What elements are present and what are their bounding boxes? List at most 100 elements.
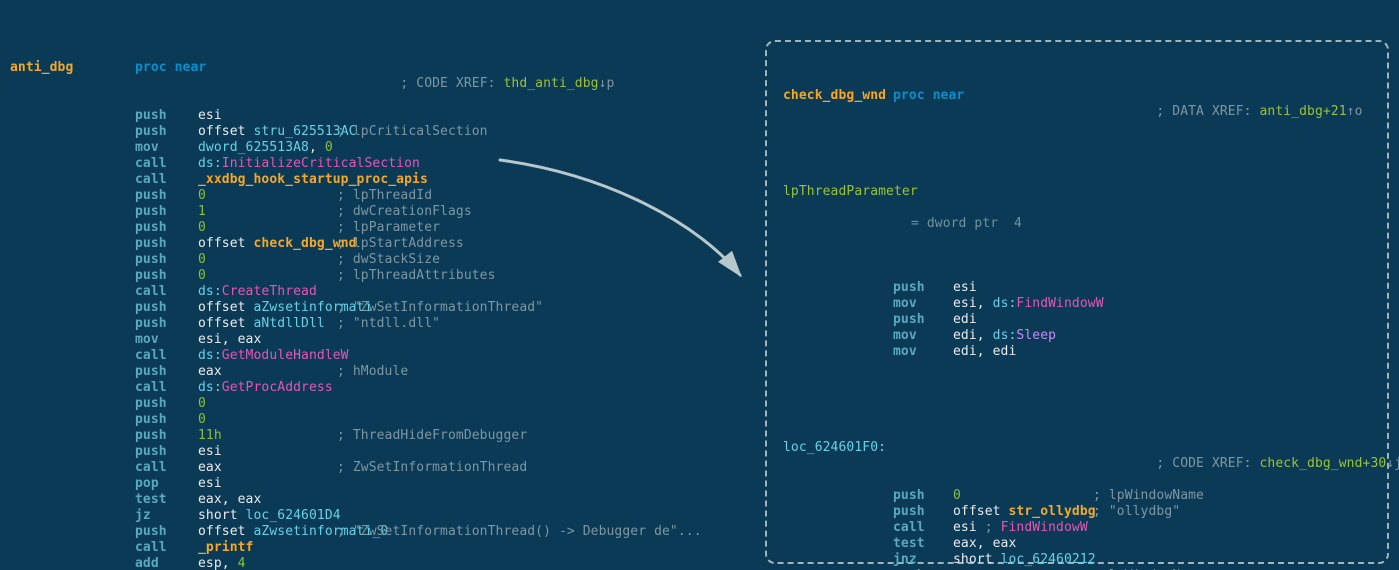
inline-comment: ; lpParameter	[337, 220, 440, 236]
operands: eax	[198, 364, 222, 380]
mnemonic: test	[135, 492, 167, 508]
instruction-row[interactable]: push 11h ; ThreadHideFromDebugger	[0, 428, 770, 444]
instruction-row[interactable]: push0	[0, 396, 770, 412]
mnemonic: call	[135, 172, 167, 188]
instruction-row[interactable]: pushesi	[0, 108, 770, 124]
inline-comment: ; "ZwSetInformationThread"	[337, 300, 543, 316]
instruction-row[interactable]: callds:CreateThread	[0, 284, 770, 300]
instruction-row[interactable]: pushedi	[783, 312, 1383, 328]
operands: esi, ds:FindWindowW	[953, 296, 1104, 312]
instruction-row[interactable]: popesi	[0, 476, 770, 492]
operands: ds:InitializeCriticalSection	[198, 156, 420, 172]
operands: eax	[198, 460, 222, 476]
instruction-row[interactable]: jzshort loc_624601D4	[0, 508, 770, 524]
instruction-row[interactable]: testeax, eax	[783, 536, 1383, 552]
operands: 0	[198, 268, 206, 284]
instruction-row[interactable]: movedi, ds:Sleep	[783, 328, 1383, 344]
operands: offset check_dbg_wnd	[198, 236, 357, 252]
mnemonic: mov	[893, 344, 917, 360]
inline-comment: ; hModule	[337, 364, 408, 380]
mnemonic: push	[135, 124, 167, 140]
operands: offset stru_625513AC	[198, 124, 357, 140]
loc1-label[interactable]: loc_624601F0:	[783, 440, 886, 456]
mnemonic: push	[135, 252, 167, 268]
instruction-row[interactable]: callesi ; FindWindowW	[783, 520, 1383, 536]
instruction-row[interactable]: movesi, ds:FindWindowW	[783, 296, 1383, 312]
operands: 0	[198, 412, 206, 428]
param-decl: = dword ptr 4	[911, 216, 1022, 232]
inline-comment: ; lpWindowName	[1093, 488, 1204, 504]
instruction-row[interactable]: call_xxdbg_hook_startup_proc_apis	[0, 172, 770, 188]
operands: 0	[198, 252, 206, 268]
instruction-row[interactable]: push0; lpParameter	[0, 220, 770, 236]
instruction-row[interactable]: pushesi	[0, 444, 770, 460]
proc-name-right[interactable]: check_dbg_wnd	[783, 88, 886, 104]
operands: esi	[198, 108, 222, 124]
instruction-row[interactable]: push0; lpWindowName	[783, 488, 1383, 504]
param-name[interactable]: lpThreadParameter	[783, 184, 918, 200]
mnemonic: call	[135, 348, 167, 364]
inline-comment: ; ThreadHideFromDebugger	[337, 428, 527, 444]
instruction-row[interactable]: pushoffset str_ollydbg; "ollydbg"	[783, 504, 1383, 520]
mnemonic: push	[135, 412, 167, 428]
instruction-row[interactable]: push 0	[0, 412, 770, 428]
mnemonic: mov	[135, 332, 159, 348]
operands: 0	[198, 396, 206, 412]
instruction-row[interactable]: pushoffset aNtdllDll; "ntdll.dll"	[0, 316, 770, 332]
instruction-row[interactable]: pushoffset aZwsetinformati_0; "ZwSetInfo…	[0, 524, 770, 540]
instruction-row[interactable]: addesp, 4	[0, 556, 770, 570]
instruction-row[interactable]: testeax, eax	[0, 492, 770, 508]
mnemonic: add	[135, 556, 159, 570]
param-row: lpThreadParameter = dword ptr 4	[783, 184, 1383, 200]
mnemonic: push	[135, 524, 167, 540]
operands: ds:GetProcAddress	[198, 380, 333, 396]
instruction-row[interactable]: callds:GetProcAddress	[0, 380, 770, 396]
operands: 11h	[198, 428, 222, 444]
mnemonic: push	[893, 280, 925, 296]
operands: edi, edi	[953, 344, 1016, 360]
proc-keyword: proc near	[135, 60, 206, 76]
xref-header[interactable]: ; CODE XREF: thd_anti_dbg↓p	[337, 60, 614, 108]
instruction-row[interactable]: push 0 ; lpThreadAttributes	[0, 268, 770, 284]
instruction-row[interactable]: jnzshort loc_62460212	[783, 552, 1383, 568]
instruction-row[interactable]: mov esi, eax	[0, 332, 770, 348]
instruction-row[interactable]: call ds:GetModuleHandleW	[0, 348, 770, 364]
loc1-xref[interactable]: ; CODE XREF: check_dbg_wnd+30↓j	[1093, 440, 1399, 488]
loc1-row: loc_624601F0: ; CODE XREF: check_dbg_wnd…	[783, 440, 1383, 456]
operands: short loc_624601D4	[198, 508, 341, 524]
mnemonic: push	[135, 428, 167, 444]
mnemonic: call	[135, 156, 167, 172]
mnemonic: call	[135, 540, 167, 556]
instruction-row[interactable]: call ds:InitializeCriticalSection	[0, 156, 770, 172]
inline-comment: ; "ollydbg"	[1093, 504, 1180, 520]
xref-header-right[interactable]: ; DATA XREF: anti_dbg+21↑o	[1093, 88, 1363, 136]
operands: eax, eax	[953, 536, 1016, 552]
operands: ds:CreateThread	[198, 284, 317, 300]
instruction-row[interactable]: pushesi	[783, 280, 1383, 296]
instruction-row[interactable]: push 0 ; dwStackSize	[0, 252, 770, 268]
operands: esi ; FindWindowW	[953, 520, 1088, 536]
mnemonic: push	[135, 300, 167, 316]
instruction-row[interactable]: call_printf	[0, 540, 770, 556]
operands: dword_625513A8, 0	[198, 140, 333, 156]
mnemonic: push	[135, 316, 167, 332]
instruction-row[interactable]: pusheax; hModule	[0, 364, 770, 380]
operands: 0	[198, 220, 206, 236]
instruction-row[interactable]: mov edi, edi	[783, 344, 1383, 360]
instruction-row[interactable]: calleax; ZwSetInformationThread	[0, 460, 770, 476]
operands: ds:GetModuleHandleW	[198, 348, 349, 364]
instruction-row[interactable]: pushoffset check_dbg_wnd; lpStartAddress	[0, 236, 770, 252]
instruction-row[interactable]: pushoffset stru_625513AC; lpCriticalSect…	[0, 124, 770, 140]
mnemonic: push	[135, 268, 167, 284]
inline-comment: ; dwStackSize	[337, 252, 440, 268]
operands: edi, ds:Sleep	[953, 328, 1056, 344]
mnemonic: pop	[135, 476, 159, 492]
inline-comment: ; dwCreationFlags	[337, 204, 472, 220]
instruction-row[interactable]: push1; dwCreationFlags	[0, 204, 770, 220]
proc-name[interactable]: anti_dbg	[10, 60, 73, 76]
instruction-row[interactable]: pushoffset aZwsetinformati; "ZwSetInform…	[0, 300, 770, 316]
instruction-row[interactable]: push0; lpThreadId	[0, 188, 770, 204]
operands: esi, eax	[198, 332, 261, 348]
instruction-row[interactable]: movdword_625513A8, 0	[0, 140, 770, 156]
inline-comment: ; lpThreadAttributes	[337, 268, 496, 284]
